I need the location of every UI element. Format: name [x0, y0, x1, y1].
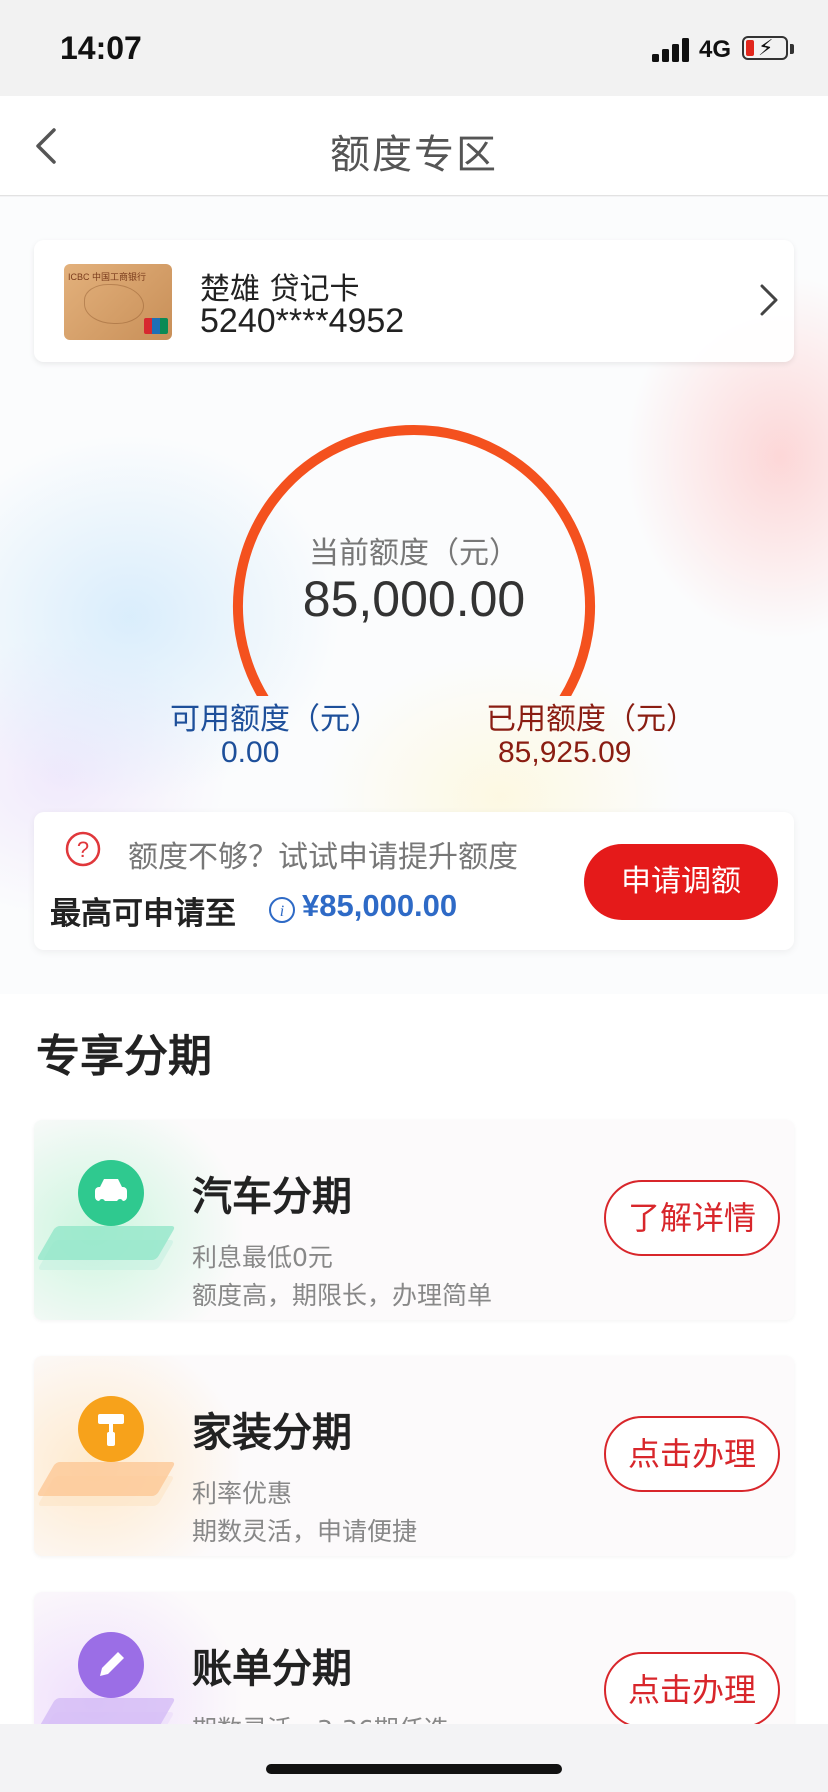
bottom-bar — [0, 1724, 828, 1792]
card-selector[interactable]: ICBC 中国工商银行 楚雄 贷记卡 5240****4952 — [34, 240, 794, 362]
raise-quota-card: ? 额度不够？试试申请提升额度 最高可申请至 i ¥85,000.00 申请调额 — [34, 812, 794, 950]
platform-decoration — [36, 1226, 176, 1260]
pencil-icon — [78, 1632, 144, 1698]
available-quota-label: 可用额度（元） — [170, 702, 380, 737]
available-quota-value: 0.00 — [221, 736, 280, 769]
svg-text:?: ? — [77, 837, 89, 862]
nav-bar: 额度专区 — [0, 96, 828, 196]
installment-subtitle: 利率优惠 — [192, 1479, 293, 1508]
card-bank-logo: ICBC 中国工商银行 — [68, 272, 147, 282]
apply-button[interactable]: 点击办理 — [604, 1652, 780, 1728]
apply-button[interactable]: 点击办理 — [604, 1416, 780, 1492]
used-quota-value: 85,925.09 — [498, 736, 632, 769]
apply-adjust-quota-button[interactable]: 申请调额 — [584, 844, 778, 920]
svg-text:i: i — [280, 903, 284, 920]
installment-card-car[interactable]: 汽车分期 利息最低0元 额度高，期限长，办理简单 了解详情 — [34, 1120, 794, 1320]
unionpay-icon — [144, 318, 168, 334]
battery-icon: ⚡ — [742, 36, 788, 61]
raise-hint-text: 额度不够？试试申请提升额度 — [128, 840, 518, 875]
installment-subtitle: 额度高，期限长，办理简单 — [192, 1281, 493, 1310]
installment-subtitle: 利息最低0元 — [192, 1243, 333, 1272]
status-time: 14:07 — [60, 30, 142, 66]
used-quota-label: 已用额度（元） — [486, 702, 696, 737]
paint-roller-icon — [78, 1396, 144, 1462]
card-number: 5240****4952 — [200, 302, 405, 340]
max-quota-value: ¥85,000.00 — [302, 888, 458, 923]
platform-decoration — [36, 1462, 176, 1496]
chevron-right-icon — [760, 284, 778, 316]
installment-title: 账单分期 — [192, 1646, 352, 1692]
max-quota-label: 最高可申请至 — [50, 896, 236, 932]
home-indicator[interactable] — [266, 1764, 562, 1774]
section-title: 专享分期 — [36, 1031, 212, 1082]
page-title: 额度专区 — [330, 132, 498, 178]
learn-more-button[interactable]: 了解详情 — [604, 1180, 780, 1256]
battery-cap — [790, 44, 794, 54]
info-icon[interactable]: i — [268, 896, 296, 924]
installment-title: 汽车分期 — [192, 1174, 352, 1220]
question-icon: ? — [65, 831, 101, 867]
network-label: 4G — [699, 36, 732, 63]
installment-subtitle: 期数灵活，申请便捷 — [192, 1517, 418, 1546]
installment-title: 家装分期 — [192, 1410, 352, 1456]
signal-icon — [652, 38, 692, 62]
status-bar: 14:07 4G ⚡ — [0, 0, 828, 96]
car-icon — [78, 1160, 144, 1226]
current-quota-label: 当前额度（元） — [309, 536, 519, 571]
card-thumbnail: ICBC 中国工商银行 — [64, 264, 172, 340]
installment-card-home[interactable]: 家装分期 利率优惠 期数灵活，申请便捷 点击办理 — [34, 1356, 794, 1556]
current-quota-value: 85,000.00 — [302, 571, 526, 627]
